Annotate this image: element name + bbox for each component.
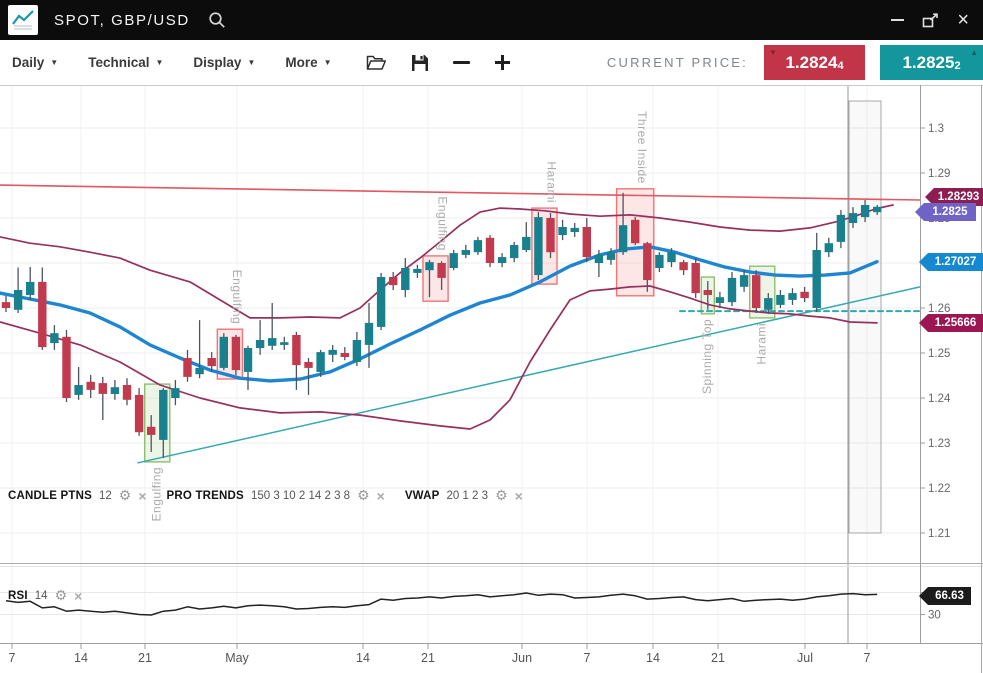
svg-text:21: 21 [421,651,435,665]
legend-pro-trends: PRO TRENDS150 3 10 2 14 2 3 8⚙× [167,487,385,504]
down-arrow-icon: ▼ [769,48,777,57]
svg-text:Three Inside: Three Inside [635,111,649,184]
svg-text:May: May [225,651,249,665]
svg-text:1.29: 1.29 [928,168,950,180]
chevron-down-icon: ▼ [155,58,163,67]
svg-text:Engulfing: Engulfing [436,196,450,251]
settings-gear-icon[interactable]: ⚙ [495,487,508,504]
bid-price-value: 1.2824 [785,53,837,73]
svg-text:Spinning Top: Spinning Top [700,319,714,394]
remove-indicator-icon[interactable]: × [515,488,523,504]
price-tag: 1.25666 [919,314,983,332]
svg-text:Harami: Harami [754,323,768,365]
zoom-out-icon[interactable] [453,61,470,64]
price-tag: 1.27027 [919,253,983,271]
menu-technical[interactable]: Technical▼ [88,55,163,70]
title-bar: SPOT, GBP/USD × [0,0,983,40]
menu-more[interactable]: More▼ [285,55,331,70]
svg-text:7: 7 [584,651,591,665]
bid-price-box[interactable]: ▼ 1.28244 [764,45,865,80]
remove-indicator-icon[interactable]: × [377,488,385,504]
settings-gear-icon[interactable]: ⚙ [357,487,370,504]
legend-candle-ptns: CANDLE PTNS12⚙× [8,487,147,504]
settings-gear-icon[interactable]: ⚙ [55,587,68,604]
open-folder-icon[interactable] [366,54,387,71]
window-controls: × [891,10,983,30]
svg-text:1.23: 1.23 [928,438,950,450]
svg-text:1.26: 1.26 [928,303,950,315]
trading-app-window: SPOT, GBP/USD × Daily▼ Technical▼ Display▼… [0,0,983,673]
svg-text:7: 7 [9,651,16,665]
svg-text:Jul: Jul [797,651,813,665]
chevron-down-icon: ▼ [50,58,58,67]
chart-line-icon [8,5,38,35]
settings-gear-icon[interactable]: ⚙ [119,487,132,504]
svg-text:1.21: 1.21 [928,528,950,540]
remove-indicator-icon[interactable]: × [74,588,82,604]
price-tag: 1.2825 [915,203,976,221]
legend-rsi: RSI14⚙× [8,587,82,604]
svg-text:Jun: Jun [512,651,532,665]
svg-text:1.3: 1.3 [928,123,944,135]
svg-text:14: 14 [646,651,660,665]
window-title: SPOT, GBP/USD [54,12,190,29]
menu-daily[interactable]: Daily▼ [12,55,58,70]
svg-text:1.24: 1.24 [928,393,951,405]
save-icon[interactable] [411,54,429,72]
svg-text:14: 14 [74,651,88,665]
ask-price-box[interactable]: ▲ 1.28252 [880,45,983,80]
menu-display[interactable]: Display▼ [193,55,255,70]
minimize-button[interactable] [891,19,904,21]
up-arrow-icon: ▲ [970,48,978,57]
svg-text:1.25: 1.25 [928,348,950,360]
toolbar-icons [366,54,511,72]
svg-text:21: 21 [711,651,725,665]
svg-text:21: 21 [138,651,152,665]
legend-vwap: VWAP20 1 2 3⚙× [405,487,523,504]
toolbar: Daily▼ Technical▼ Display▼ More▼ [0,40,983,85]
svg-text:7: 7 [864,651,871,665]
close-icon[interactable]: × [957,10,969,30]
popout-button[interactable] [922,13,939,28]
search-icon[interactable] [208,11,227,30]
svg-text:Harami: Harami [545,161,559,203]
chevron-down-icon: ▼ [324,58,332,67]
svg-text:14: 14 [356,651,370,665]
price-tag: 66.63 [919,587,971,605]
remove-indicator-icon[interactable]: × [138,488,146,504]
zoom-in-icon[interactable] [494,54,511,71]
chevron-down-icon: ▼ [247,58,255,67]
current-price-label: CURRENT PRICE: [607,55,748,70]
rsi-legend: RSI14⚙× [8,587,102,604]
svg-text:1.22: 1.22 [928,483,950,495]
svg-text:Engulfing: Engulfing [230,270,244,325]
price-chart[interactable]: EngulfingEngulfingEngulfingHaramiThree I… [0,85,983,673]
indicator-legend: CANDLE PTNS12⚙×PRO TRENDS150 3 10 2 14 2… [8,487,543,504]
svg-text:30: 30 [928,610,941,622]
ask-price-value: 1.2825 [902,53,954,73]
